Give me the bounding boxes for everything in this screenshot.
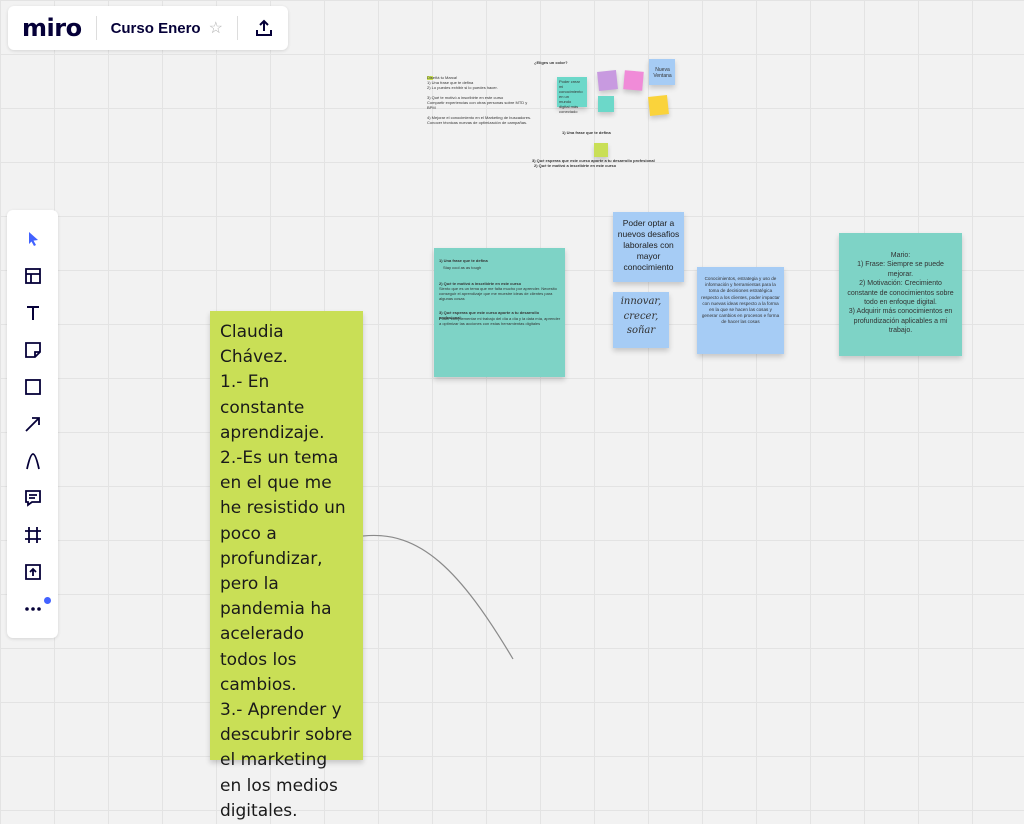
connector-line[interactable] (0, 0, 1024, 782)
